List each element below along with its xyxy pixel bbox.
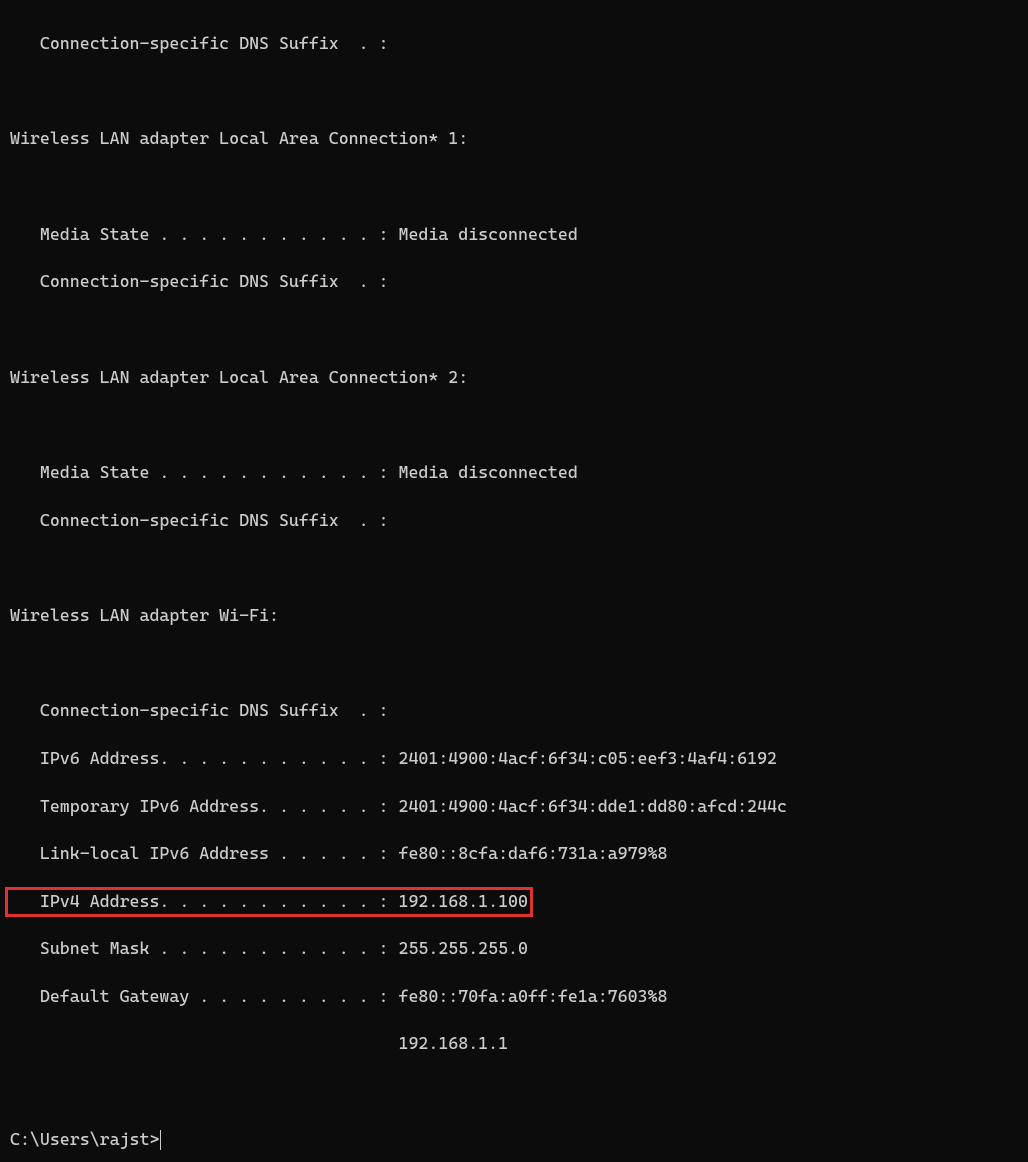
cursor-icon — [160, 1130, 161, 1150]
command-prompt: C:\Users\rajst> — [10, 1128, 159, 1152]
wifi-gateway2: 192.168.1.1 — [10, 1032, 1018, 1056]
wifi-temp-ipv6: Temporary IPv6 Address. . . . . . : 2401… — [10, 795, 1018, 819]
adapter1-header: Wireless LAN adapter Local Area Connecti… — [10, 127, 1018, 151]
wifi-link-local: Link-local IPv6 Address . . . . . : fe80… — [10, 842, 1018, 866]
ipv4-highlight-box: IPv4 Address. . . . . . . . . . . : 192.… — [5, 887, 533, 917]
wifi-ipv6: IPv6 Address. . . . . . . . . . . : 2401… — [10, 747, 1018, 771]
wifi-gateway1: Default Gateway . . . . . . . . . : fe80… — [10, 985, 1018, 1009]
adapter1-dns-suffix: Connection-specific DNS Suffix . : — [10, 270, 1018, 294]
wifi-ipv4-highlighted: IPv4 Address. . . . . . . . . . . : 192.… — [10, 890, 1018, 914]
command-prompt-line[interactable]: C:\Users\rajst> — [10, 1128, 1018, 1152]
wifi-dns-suffix: Connection-specific DNS Suffix . : — [10, 699, 1018, 723]
terminal-output: Connection-specific DNS Suffix . : Wirel… — [10, 8, 1018, 1162]
adapter2-dns-suffix: Connection-specific DNS Suffix . : — [10, 509, 1018, 533]
adapter1-media-state: Media State . . . . . . . . . . . : Medi… — [10, 223, 1018, 247]
dns-suffix-line: Connection-specific DNS Suffix . : — [10, 32, 1018, 56]
wifi-subnet: Subnet Mask . . . . . . . . . . . : 255.… — [10, 937, 1018, 961]
wifi-ipv4: IPv4 Address. . . . . . . . . . . : 192.… — [10, 891, 528, 911]
adapter2-header: Wireless LAN adapter Local Area Connecti… — [10, 366, 1018, 390]
adapter2-media-state: Media State . . . . . . . . . . . : Medi… — [10, 461, 1018, 485]
wifi-header: Wireless LAN adapter Wi-Fi: — [10, 604, 1018, 628]
